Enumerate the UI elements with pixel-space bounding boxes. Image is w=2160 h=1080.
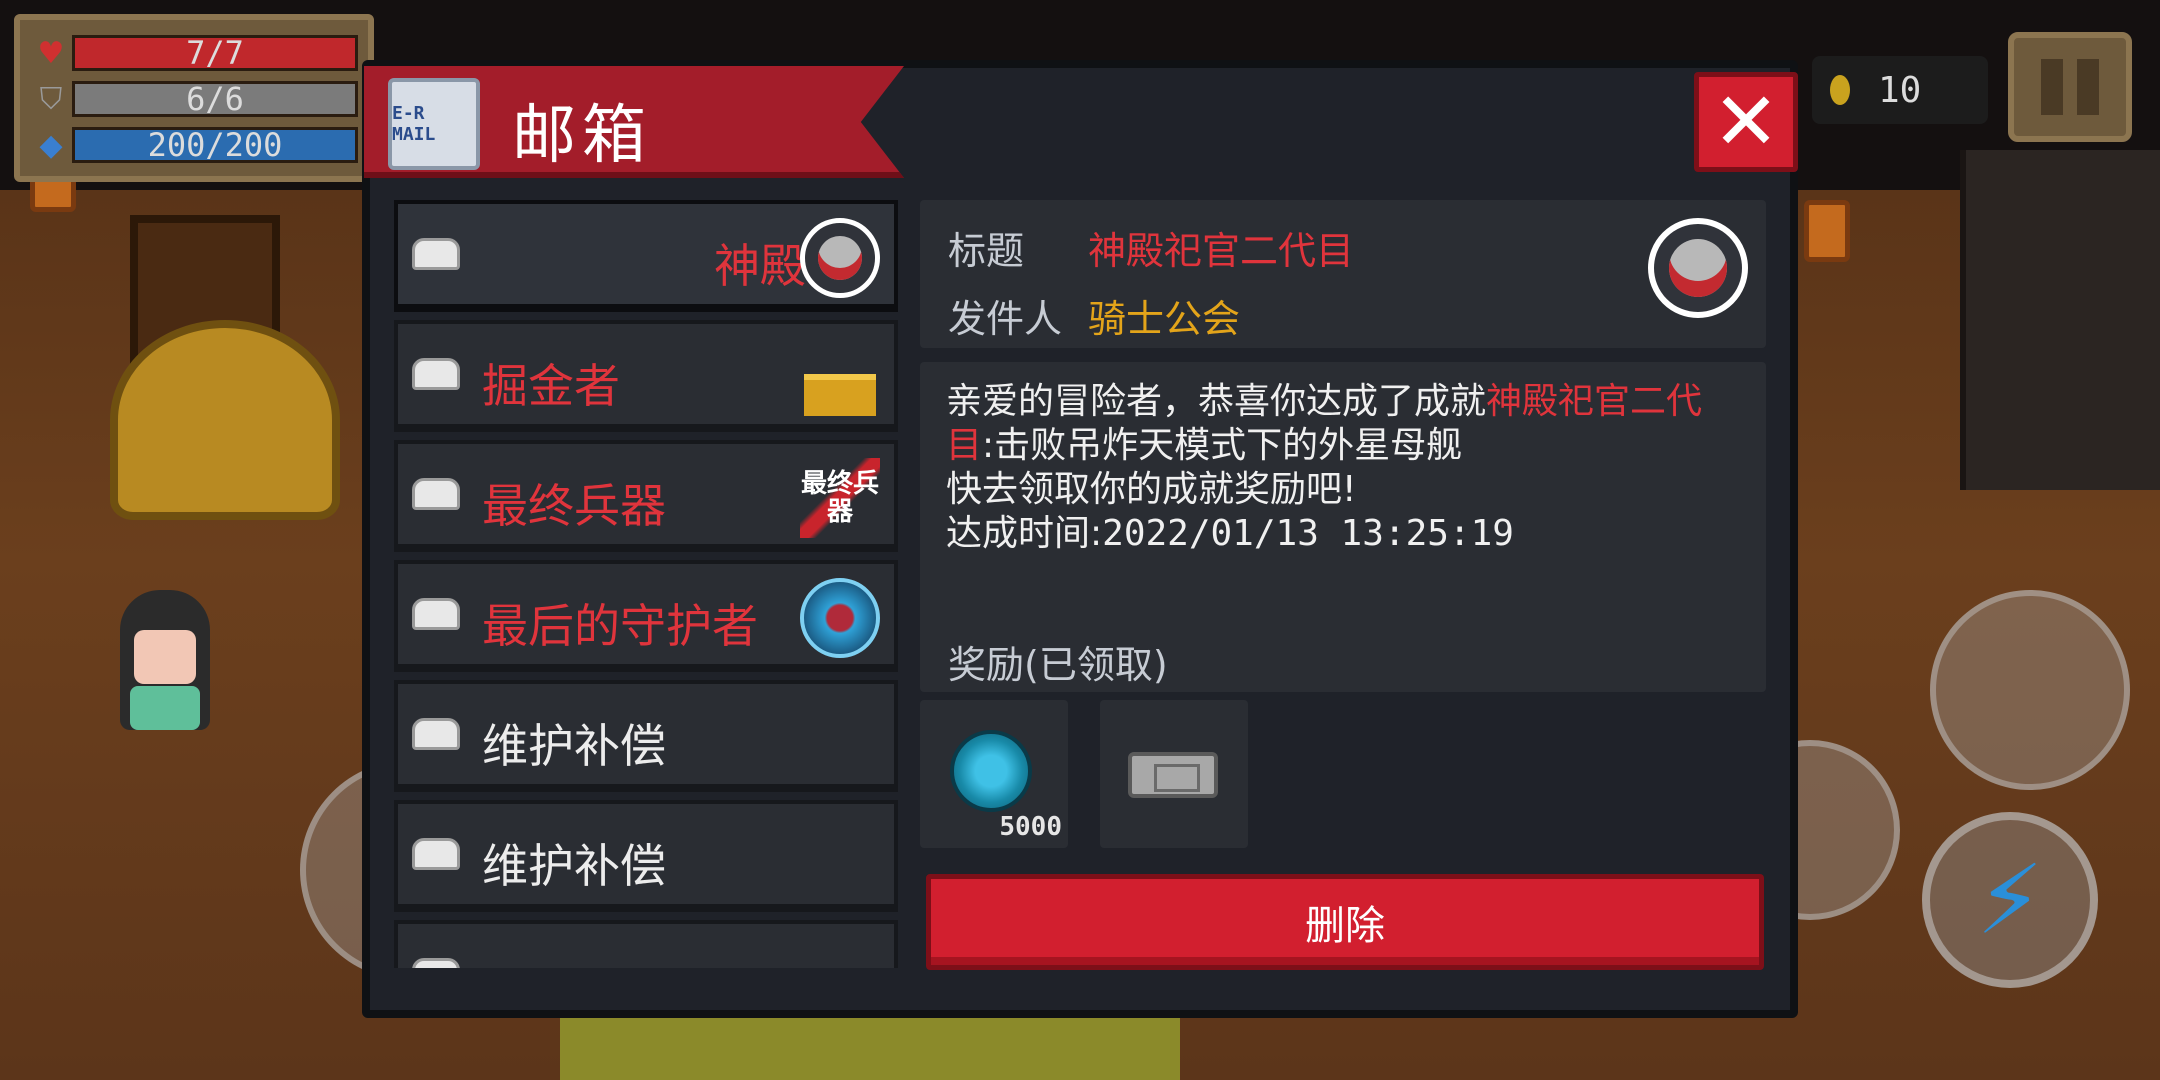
envelope-icon	[412, 598, 460, 630]
reward-count: 5000	[999, 812, 1062, 842]
guardian-orb-icon	[800, 578, 880, 658]
npc-face	[134, 630, 196, 684]
coin-value: 10	[1878, 69, 1922, 111]
coin-counter: 10	[1812, 56, 1988, 124]
envelope-icon	[412, 238, 460, 270]
mail-title-key: 标题	[948, 229, 1025, 273]
mail-sender-row: 发件人 骑士公会	[948, 288, 1240, 343]
lightning-icon: ⚡	[1976, 844, 2044, 956]
armor-bar: 6/6	[72, 81, 358, 117]
reward-slot-gems[interactable]: 5000	[920, 700, 1068, 848]
mail-item-ultimate-weapon[interactable]: 最终兵器 最终兵器	[394, 440, 898, 552]
body-time-label: 达成时间:	[946, 513, 1103, 554]
diamond-icon: ◆	[39, 127, 63, 163]
mail-sender-key: 发件人	[948, 297, 1063, 341]
lantern-icon	[1804, 200, 1850, 262]
mail-item-maintenance-compensation[interactable]: 维护补偿	[394, 680, 898, 792]
ultimate-weapon-icon: 最终兵器	[800, 458, 880, 538]
portrait-icon	[800, 218, 880, 298]
envelope-icon	[412, 718, 460, 750]
hp-bar: 7/7	[72, 35, 358, 71]
close-button[interactable]: ✕	[1694, 72, 1798, 172]
energy-bar: 200/200	[72, 127, 358, 163]
pause-icon-bar	[2077, 59, 2099, 115]
mail-item-last-guardian[interactable]: 最后的守护者	[394, 560, 898, 672]
shovel-gold-icon	[800, 338, 880, 418]
envelope-icon	[412, 958, 460, 968]
bookshelf	[1960, 150, 2160, 490]
mail-item-maintenance-compensation[interactable]: 维护补偿	[394, 800, 898, 912]
body-intro: 亲爱的冒险者，恭喜你达成了成就	[946, 381, 1487, 422]
achievement-portrait-icon	[1648, 218, 1748, 318]
mail-item-label: 最后的守护者	[482, 599, 758, 653]
body-rest: :击败吊炸天模式下的外星母舰	[982, 425, 1463, 466]
weapon-swap-button[interactable]	[1930, 590, 2130, 790]
armor-row: ⛉ 6/6	[30, 78, 358, 120]
rewards-label: 奖励(已领取)	[948, 643, 1168, 687]
golden-gear-decoration	[110, 320, 340, 520]
mail-envelope-icon: E-R MAIL	[388, 78, 480, 170]
envelope-icon	[412, 478, 460, 510]
mail-item-partial[interactable]	[394, 920, 898, 968]
hp-row: ♥ 7/7	[30, 32, 358, 74]
gem-icon	[950, 730, 1032, 812]
npc-body	[130, 686, 200, 730]
mailbox-header: E-R MAIL 邮箱	[364, 66, 904, 178]
mail-title-value: 神殿祀官二代目	[1088, 229, 1355, 273]
pause-button[interactable]	[2008, 32, 2132, 142]
ticket-icon	[1128, 752, 1218, 798]
shield-icon: ⛉	[39, 81, 63, 117]
mail-title-row: 标题 神殿祀官二代目	[948, 220, 1354, 275]
delete-button[interactable]: 删除	[926, 874, 1764, 970]
envelope-icon	[412, 358, 460, 390]
body-time-value: 2022/01/13 13:25:19	[1102, 513, 1514, 554]
coin-icon	[1830, 75, 1850, 105]
mail-item-label: 最终兵器	[482, 479, 666, 533]
mail-sender-value: 骑士公会	[1088, 297, 1241, 341]
mail-item-gold-digger[interactable]: 掘金者	[394, 320, 898, 432]
mailbox-dialog: E-R MAIL 邮箱 ✕ 神殿 掘金者 最终兵器 最终兵器 最后的守护者 维护…	[362, 60, 1798, 1018]
mail-detail-header: 标题 神殿祀官二代目 发件人 骑士公会	[920, 200, 1766, 348]
player-stats-panel: ♥ 7/7 ⛉ 6/6 ◆ 200/200	[14, 14, 374, 182]
body-line3: 快去领取你的成就奖励吧!	[946, 469, 1357, 510]
npc-character[interactable]	[120, 590, 210, 730]
energy-row: ◆ 200/200	[30, 124, 358, 166]
mail-item-label: 维护补偿	[482, 839, 666, 893]
skill-button[interactable]: ⚡	[1922, 812, 2098, 988]
mail-item-label: 维护补偿	[482, 719, 666, 773]
mail-item-label: 神殿	[714, 239, 806, 293]
mail-item-label: 掘金者	[482, 359, 620, 413]
mailbox-title: 邮箱	[512, 99, 652, 173]
heart-icon: ♥	[37, 35, 65, 71]
reward-slot-ticket[interactable]	[1100, 700, 1248, 848]
pause-icon	[2041, 59, 2063, 115]
mail-list[interactable]: 神殿 掘金者 最终兵器 最终兵器 最后的守护者 维护补偿 维护补偿	[394, 200, 898, 968]
envelope-icon	[412, 838, 460, 870]
mail-item-temple-priest[interactable]: 神殿	[394, 200, 898, 312]
